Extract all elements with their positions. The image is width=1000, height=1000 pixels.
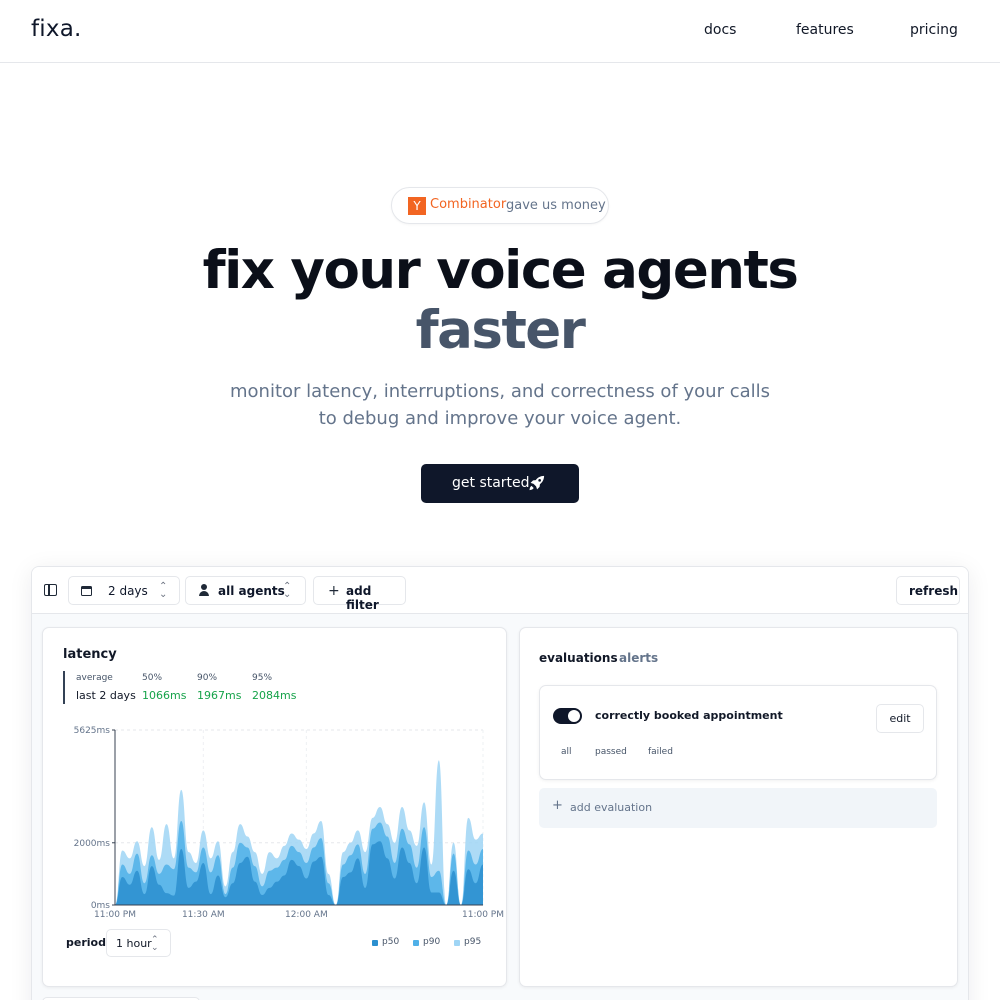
legend-p95: p95 xyxy=(464,937,482,947)
user-icon xyxy=(199,584,209,597)
hero-title-accent: faster xyxy=(415,300,586,361)
get-started-button[interactable]: get started xyxy=(421,464,579,503)
legend-p50: p50 xyxy=(382,937,400,947)
hero-title: fix your voice agents xyxy=(202,240,799,301)
date-range-select[interactable]: 2 days ⌃ ⌄ xyxy=(68,576,180,605)
date-range-value: 2 days xyxy=(108,584,148,598)
latency-card: latency average 50% 90% 95% last 2 days … xyxy=(42,627,507,987)
yc-logo-icon: Y xyxy=(408,197,426,215)
legend-swatch-p95 xyxy=(454,940,460,946)
nav-pricing[interactable]: pricing xyxy=(910,22,958,38)
yc-brand: Combinator xyxy=(430,197,507,212)
evaluations-card: evaluations alerts correctly booked appo… xyxy=(519,627,958,987)
add-evaluation-label: add evaluation xyxy=(570,801,653,814)
x-tick-label: 11:00 PM xyxy=(462,910,504,920)
agent-select-value: all agents xyxy=(218,584,285,598)
x-tick-label: 11:00 PM xyxy=(94,910,136,920)
nav-docs[interactable]: docs xyxy=(704,22,736,38)
agent-select[interactable]: all agents ⌃ ⌄ xyxy=(185,576,306,605)
add-filter-label: add filter xyxy=(346,584,379,612)
logo[interactable]: fixa. xyxy=(31,16,82,42)
evaluation-toggle[interactable] xyxy=(553,708,582,724)
legend-p90: p90 xyxy=(423,937,441,947)
calendar-icon xyxy=(81,586,92,596)
add-filter-button[interactable]: + add filter xyxy=(313,576,406,612)
evaluation-item: correctly booked appointment edit all pa… xyxy=(539,685,937,780)
rocket-icon xyxy=(529,475,545,491)
nav-features[interactable]: features xyxy=(796,22,854,38)
chevron-updown-icon: ⌃ ⌄ xyxy=(283,581,292,600)
period-label: period xyxy=(66,936,106,949)
hero-subtitle-line2: to debug and improve your voice agent. xyxy=(318,408,682,429)
period-value: 1 hour xyxy=(116,937,152,950)
plus-icon: + xyxy=(552,798,563,813)
edit-evaluation-button[interactable]: edit xyxy=(876,704,924,733)
period-select[interactable]: 1 hour ⌃ ⌄ xyxy=(106,929,171,957)
get-started-label: get started xyxy=(452,475,530,491)
filter-passed[interactable]: passed xyxy=(595,747,627,757)
legend-swatch-p50 xyxy=(372,940,378,946)
x-tick-label: 12:00 AM xyxy=(285,910,328,920)
tab-alerts[interactable]: alerts xyxy=(619,651,658,665)
refresh-label: refresh xyxy=(909,584,959,598)
dashboard-toolbar: 2 days ⌃ ⌄ all agents ⌃ ⌄ + add filter ref… xyxy=(32,567,968,614)
chevron-updown-icon: ⌃ ⌄ xyxy=(159,581,168,600)
evaluation-name: correctly booked appointment xyxy=(595,709,783,722)
y-tick-label: 5625ms xyxy=(74,726,111,736)
sidebar-toggle-icon[interactable] xyxy=(44,584,57,596)
chevron-updown-icon: ⌃ ⌄ xyxy=(151,935,159,953)
filter-all[interactable]: all xyxy=(561,747,572,757)
refresh-button[interactable]: refresh xyxy=(896,576,960,605)
hero-subtitle: monitor latency, interruptions, and corr… xyxy=(229,381,771,402)
plus-icon: + xyxy=(328,583,340,599)
tab-evaluations[interactable]: evaluations xyxy=(539,651,618,665)
y-tick-label: 2000ms xyxy=(74,839,111,849)
site-header: fixa. docs features pricing xyxy=(0,0,1000,63)
legend-swatch-p90 xyxy=(413,940,419,946)
filter-failed[interactable]: failed xyxy=(648,747,673,757)
dashboard-preview: 2 days ⌃ ⌄ all agents ⌃ ⌄ + add filter ref… xyxy=(31,566,969,1000)
yc-badge-text: gave us money xyxy=(506,198,606,213)
add-evaluation-button[interactable]: + add evaluation xyxy=(539,788,937,828)
yc-badge[interactable]: Y Combinator gave us money xyxy=(391,187,609,224)
latency-area-chart[interactable]: 5625ms2000ms0ms11:00 PM 11:30 AM 12:00 AM 1… xyxy=(43,628,508,928)
x-tick-label: 11:30 AM xyxy=(182,910,225,920)
